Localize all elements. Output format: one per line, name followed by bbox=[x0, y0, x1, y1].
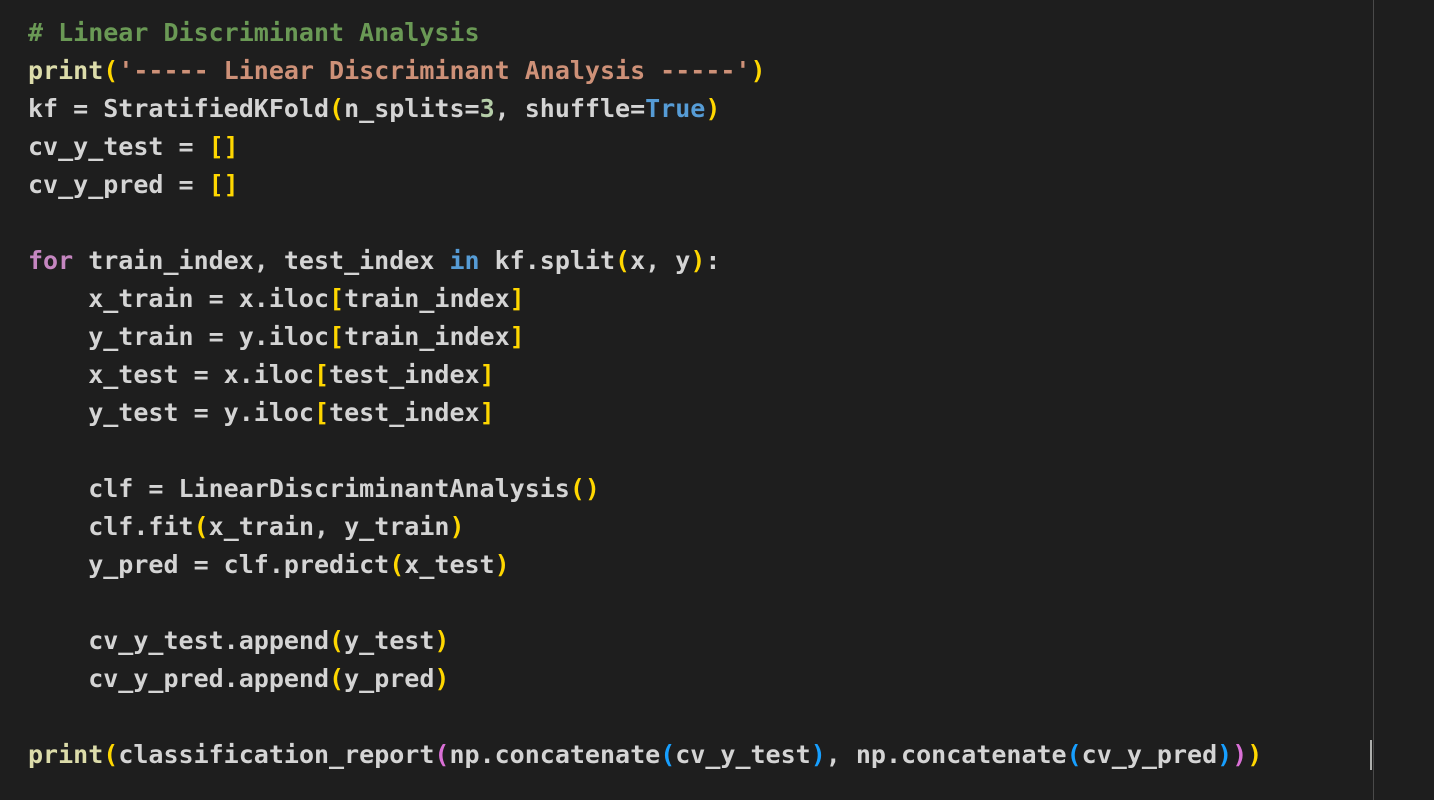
code-token: ) bbox=[750, 56, 766, 85]
code-line[interactable]: clf.fit(x_train, y_train) bbox=[28, 508, 1262, 546]
code-token: cv_y_test.append bbox=[28, 626, 330, 655]
code-token: train_index, test_index bbox=[73, 246, 450, 275]
code-line[interactable]: y_test = y.iloc[test_index] bbox=[28, 394, 1262, 432]
code-line[interactable] bbox=[28, 698, 1262, 736]
code-token: classification_report bbox=[118, 740, 435, 769]
code-token: test_index bbox=[329, 360, 480, 389]
code-token: cv_y_test = bbox=[28, 132, 209, 161]
code-line[interactable]: for train_index, test_index in kf.split(… bbox=[28, 242, 1262, 280]
code-token: print bbox=[28, 740, 104, 769]
code-line[interactable]: cv_y_test.append(y_test) bbox=[28, 622, 1262, 660]
code-token: y_test = y.iloc bbox=[28, 398, 314, 427]
code-line[interactable]: cv_y_pred.append(y_pred) bbox=[28, 660, 1262, 698]
code-token: print bbox=[28, 56, 104, 85]
code-line[interactable]: y_train = y.iloc[train_index] bbox=[28, 318, 1262, 356]
code-token: ( bbox=[329, 664, 345, 693]
code-token: ) bbox=[434, 626, 450, 655]
code-token: [ bbox=[329, 322, 345, 351]
code-line[interactable]: cv_y_test = [] bbox=[28, 128, 1262, 166]
code-line[interactable]: print(classification_report(np.concatena… bbox=[28, 736, 1262, 774]
code-line[interactable]: # Linear Discriminant Analysis bbox=[28, 14, 1262, 52]
code-token: ( bbox=[615, 246, 631, 275]
code-token: cv_y_pred bbox=[1081, 740, 1218, 769]
code-token: [] bbox=[208, 132, 239, 161]
code-token: clf = LinearDiscriminantAnalysis bbox=[28, 474, 570, 503]
code-token: cv_y_pred.append bbox=[28, 664, 330, 693]
text-cursor bbox=[1370, 740, 1372, 770]
code-token: , shuffle= bbox=[494, 94, 646, 123]
code-token: train_index bbox=[344, 322, 510, 351]
code-token: ] bbox=[509, 322, 525, 351]
code-line[interactable]: x_test = x.iloc[test_index] bbox=[28, 356, 1262, 394]
code-token: kf = StratifiedKFold bbox=[28, 94, 330, 123]
code-token: x_train, y_train bbox=[208, 512, 450, 541]
code-token: clf.fit bbox=[28, 512, 194, 541]
code-token: : bbox=[705, 246, 721, 275]
code-token: x_train = x.iloc bbox=[28, 284, 330, 313]
code-token: ( bbox=[389, 550, 405, 579]
code-token: ) bbox=[1217, 740, 1233, 769]
code-token: , np.concatenate bbox=[825, 740, 1067, 769]
code-token: [ bbox=[313, 398, 330, 427]
code-token: () bbox=[569, 474, 600, 503]
code-token: ( bbox=[1066, 740, 1082, 769]
code-token: ) bbox=[434, 664, 450, 693]
code-token: ] bbox=[479, 398, 495, 427]
code-token: kf.split bbox=[479, 246, 616, 275]
code-token: train_index bbox=[344, 284, 510, 313]
code-token: ) bbox=[1232, 740, 1248, 769]
code-token: for bbox=[28, 246, 74, 275]
code-token: ] bbox=[479, 360, 495, 389]
vertical-ruler bbox=[1373, 0, 1374, 800]
code-token: cv_y_test bbox=[675, 740, 811, 769]
code-token: ( bbox=[193, 512, 209, 541]
code-token: [ bbox=[313, 360, 330, 389]
code-token: x, y bbox=[630, 246, 691, 275]
code-token: x_test bbox=[404, 550, 495, 579]
code-token: True bbox=[645, 94, 706, 123]
code-token: in bbox=[449, 246, 480, 275]
code-token: n_splits= bbox=[344, 94, 480, 123]
code-token: ( bbox=[329, 94, 345, 123]
code-token: y_pred = clf.predict bbox=[28, 550, 390, 579]
code-token: ( bbox=[660, 740, 676, 769]
code-editor[interactable]: # Linear Discriminant Analysis print('---… bbox=[0, 0, 1434, 800]
code-area[interactable]: # Linear Discriminant Analysis print('---… bbox=[28, 14, 1262, 774]
code-token: [ bbox=[329, 284, 345, 313]
code-line[interactable] bbox=[28, 204, 1262, 242]
code-token: ( bbox=[434, 740, 450, 769]
code-token: test_index bbox=[329, 398, 480, 427]
code-token: # Linear Discriminant Analysis bbox=[28, 18, 480, 47]
code-token: '----- Linear Discriminant Analysis ----… bbox=[118, 56, 751, 85]
code-line[interactable]: clf = LinearDiscriminantAnalysis() bbox=[28, 470, 1262, 508]
code-token: cv_y_pred = bbox=[28, 170, 209, 199]
code-line[interactable] bbox=[28, 432, 1262, 470]
code-line[interactable]: print('----- Linear Discriminant Analysi… bbox=[28, 52, 1262, 90]
code-token: 3 bbox=[479, 94, 495, 123]
code-token: y_train = y.iloc bbox=[28, 322, 330, 351]
code-token: [] bbox=[208, 170, 239, 199]
code-token: np.concatenate bbox=[449, 740, 661, 769]
code-token: ) bbox=[690, 246, 706, 275]
code-token: ) bbox=[810, 740, 826, 769]
code-token: ( bbox=[329, 626, 345, 655]
code-token: ) bbox=[494, 550, 510, 579]
code-token: y_pred bbox=[344, 664, 435, 693]
code-token: ( bbox=[103, 740, 119, 769]
code-token: x_test = x.iloc bbox=[28, 360, 314, 389]
code-line[interactable] bbox=[28, 584, 1262, 622]
code-line[interactable]: cv_y_pred = [] bbox=[28, 166, 1262, 204]
code-token: ( bbox=[103, 56, 119, 85]
code-token: y_test bbox=[344, 626, 435, 655]
code-token: ] bbox=[509, 284, 525, 313]
code-token: ) bbox=[1247, 740, 1263, 769]
code-line[interactable]: y_pred = clf.predict(x_test) bbox=[28, 546, 1262, 584]
code-line[interactable]: x_train = x.iloc[train_index] bbox=[28, 280, 1262, 318]
code-token: ) bbox=[449, 512, 465, 541]
code-line[interactable]: kf = StratifiedKFold(n_splits=3, shuffle… bbox=[28, 90, 1262, 128]
code-token: ) bbox=[705, 94, 721, 123]
